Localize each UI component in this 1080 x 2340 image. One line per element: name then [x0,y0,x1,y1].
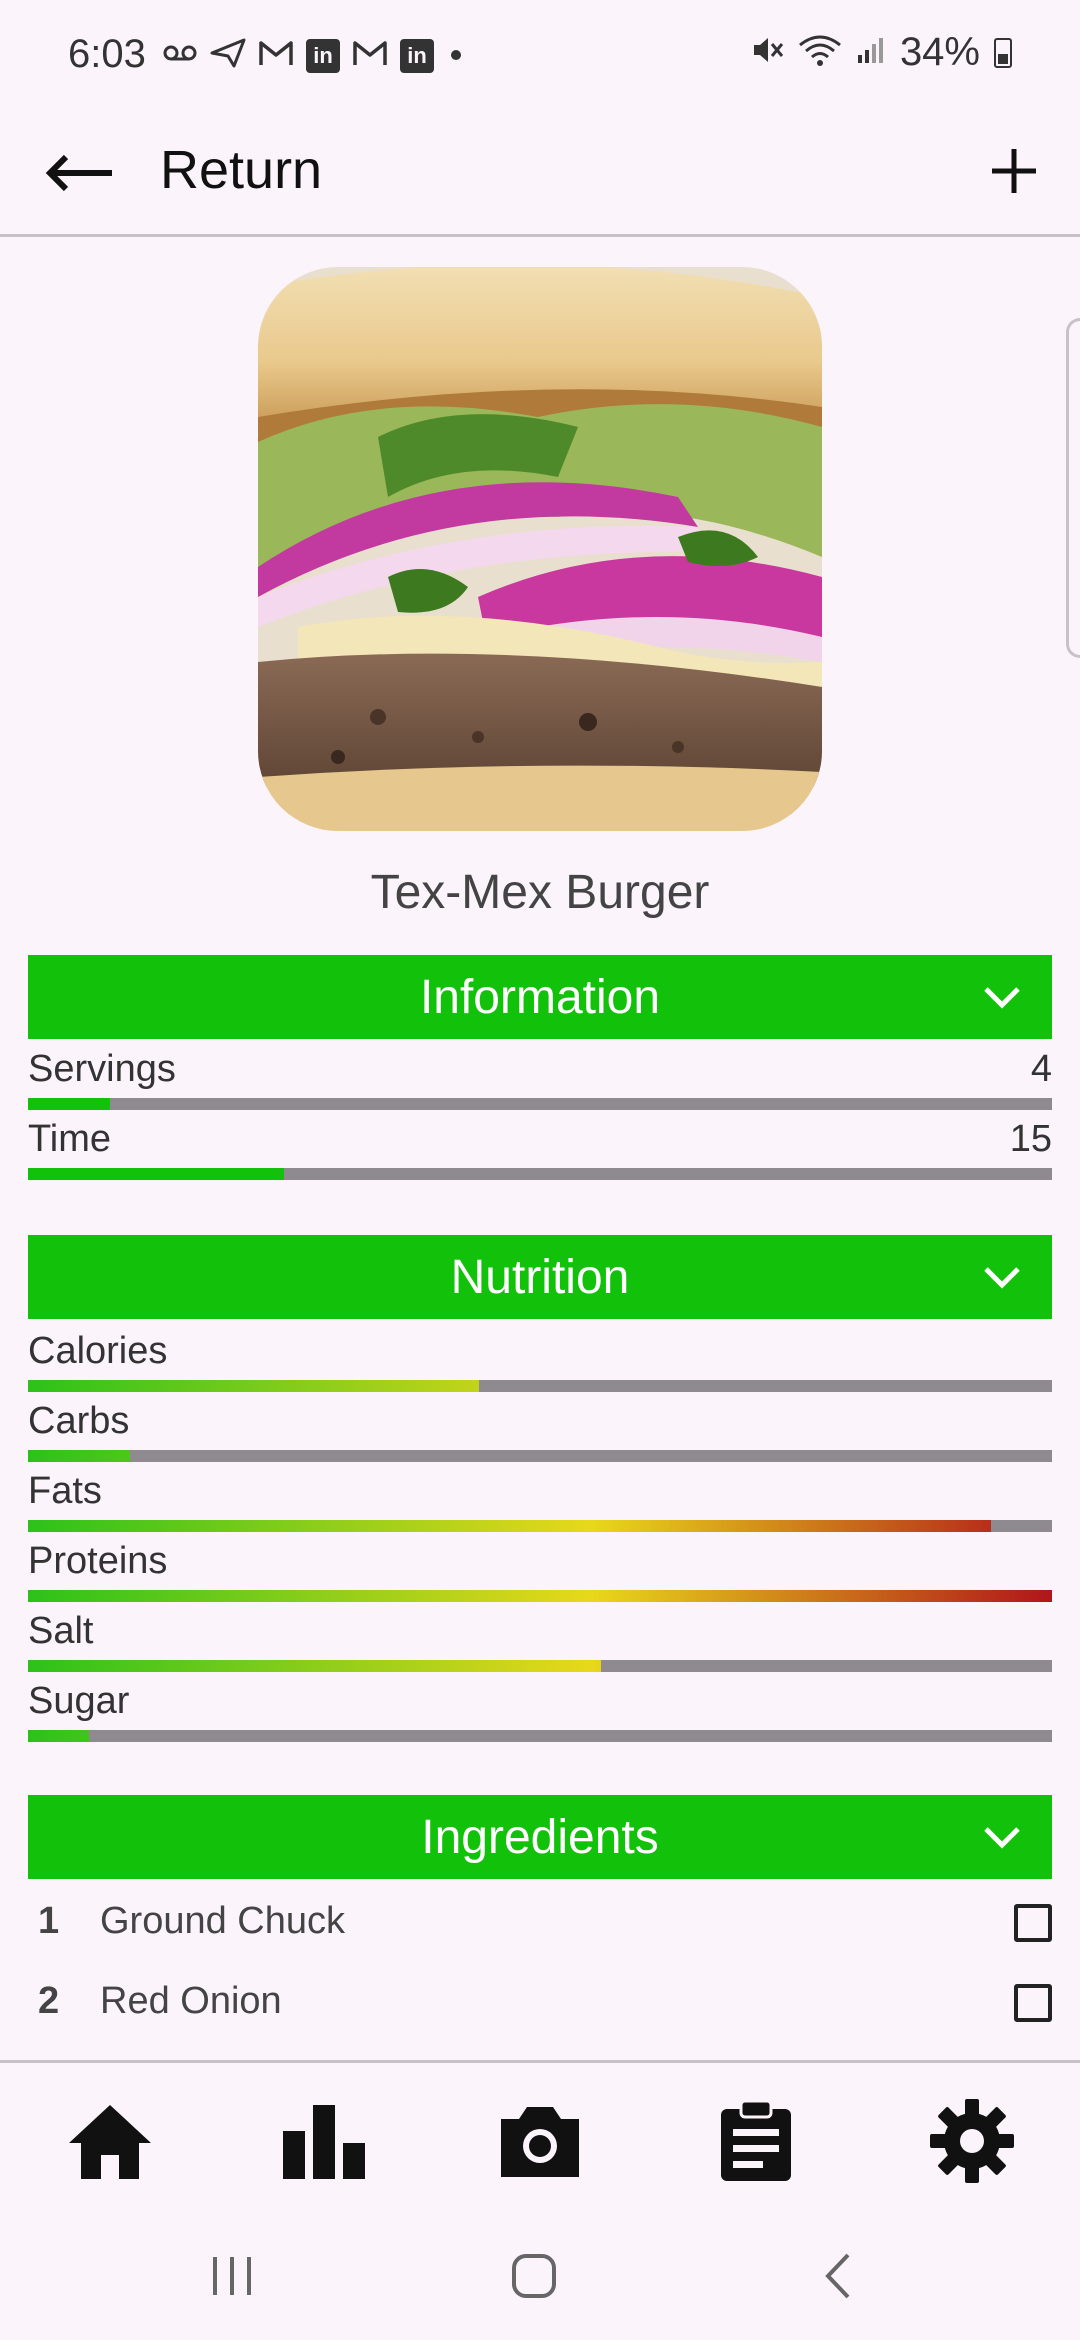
ingredient-row: 2 Red Onion [28,1962,1052,2042]
stat-label: Carbs [28,1400,130,1442]
plus-icon[interactable] [984,141,1044,201]
stat-row-proteins: Proteins [28,1540,1052,1610]
back-chevron-icon[interactable] [806,2246,870,2306]
stat-row-calories: Calories [28,1330,1052,1400]
camera-icon[interactable] [492,2093,588,2189]
information-header[interactable]: Information [28,955,1052,1039]
ingredient-checkbox[interactable] [1014,1984,1052,2022]
stat-value: 4 [1030,1048,1052,1090]
nutrition-header-label: Nutrition [450,1250,630,1304]
ingredients-header[interactable]: Ingredients [28,1795,1052,1879]
chevron-down-icon [984,1827,1020,1849]
stat-bar-fill [28,1660,602,1672]
app-bar: Return [0,115,1080,237]
home-icon[interactable] [62,2093,158,2189]
stat-bar [28,1450,1052,1462]
bottom-nav [0,2060,1080,2210]
stat-bar-fill [28,1098,110,1110]
ingredient-name: Ground Chuck [100,1900,346,1942]
information-header-label: Information [419,970,661,1024]
stat-label: Calories [28,1330,168,1372]
ingredient-row: 1 Ground Chuck [28,1882,1052,1962]
stat-bar-fill [28,1730,90,1742]
gear-icon[interactable] [924,2093,1020,2189]
signal-icon [856,35,886,70]
stat-label: Fats [28,1470,102,1512]
nutrition-header[interactable]: Nutrition [28,1235,1052,1319]
chevron-down-icon [984,987,1020,1009]
stat-row-carbs: Carbs [28,1400,1052,1470]
gmail-icon [352,39,388,73]
stat-label: Proteins [28,1540,168,1582]
gmail-icon [258,39,294,73]
stat-label: Salt [28,1610,94,1652]
home-circle-icon[interactable] [502,2246,566,2306]
stat-label: Servings [28,1048,176,1090]
voicemail-icon [162,41,198,71]
stat-value: 15 [1009,1118,1052,1160]
recent-apps-icon[interactable] [200,2246,264,2306]
recipe-title: Tex-Mex Burger [370,866,710,919]
stat-bar-fill [28,1380,479,1392]
stat-bar [28,1590,1052,1602]
linkedin-icon: in [400,39,434,73]
screen: 6:03 in in 34% Return Tex-Mex Burger Inf… [0,0,1080,2340]
stat-bar [28,1168,1052,1180]
stat-label: Sugar [28,1680,130,1722]
send-icon [210,38,246,74]
ingredient-checkbox[interactable] [1014,1904,1052,1942]
stat-bar-fill [28,1168,284,1180]
status-time: 6:03 [68,32,146,76]
page-title[interactable]: Return [160,139,322,201]
stat-row-salt: Salt [28,1610,1052,1680]
clipboard-icon[interactable] [708,2093,804,2189]
stat-bar [28,1098,1052,1110]
stat-row-sugar: Sugar [28,1680,1052,1750]
stat-bar [28,1730,1052,1742]
ingredient-number: 1 [38,1900,60,1942]
stat-bar [28,1660,1052,1672]
stat-row-fats: Fats [28,1470,1052,1540]
wifi-icon [798,33,842,72]
bar-chart-icon[interactable] [276,2093,372,2189]
system-nav-bar [0,2210,1080,2340]
ingredients-header-label: Ingredients [421,1810,659,1864]
ingredient-number: 2 [38,1980,60,2022]
dot-icon [446,41,466,71]
stat-bar [28,1380,1052,1392]
battery-icon [994,37,1012,68]
ingredient-name: Red Onion [100,1980,282,2022]
mute-icon [750,33,784,72]
chevron-down-icon [984,1267,1020,1289]
burger-photo [258,267,822,831]
stat-label: Time [28,1118,112,1160]
arrow-left-icon[interactable] [44,143,114,203]
linkedin-icon: in [306,39,340,73]
battery-percent: 34% [899,30,980,74]
stat-bar-fill [28,1590,1052,1602]
stat-bar-fill [28,1450,131,1462]
stat-bar [28,1520,1052,1532]
stat-row-servings: Servings 4 [28,1048,1052,1118]
scroll-indicator[interactable] [1066,318,1080,658]
status-bar: 6:03 in in 34% [0,0,1080,115]
stat-bar-fill [28,1520,991,1532]
system-status-icons: 34% [750,30,1012,75]
stat-row-time: Time 15 [28,1118,1052,1188]
notification-icons: in in [162,38,466,74]
